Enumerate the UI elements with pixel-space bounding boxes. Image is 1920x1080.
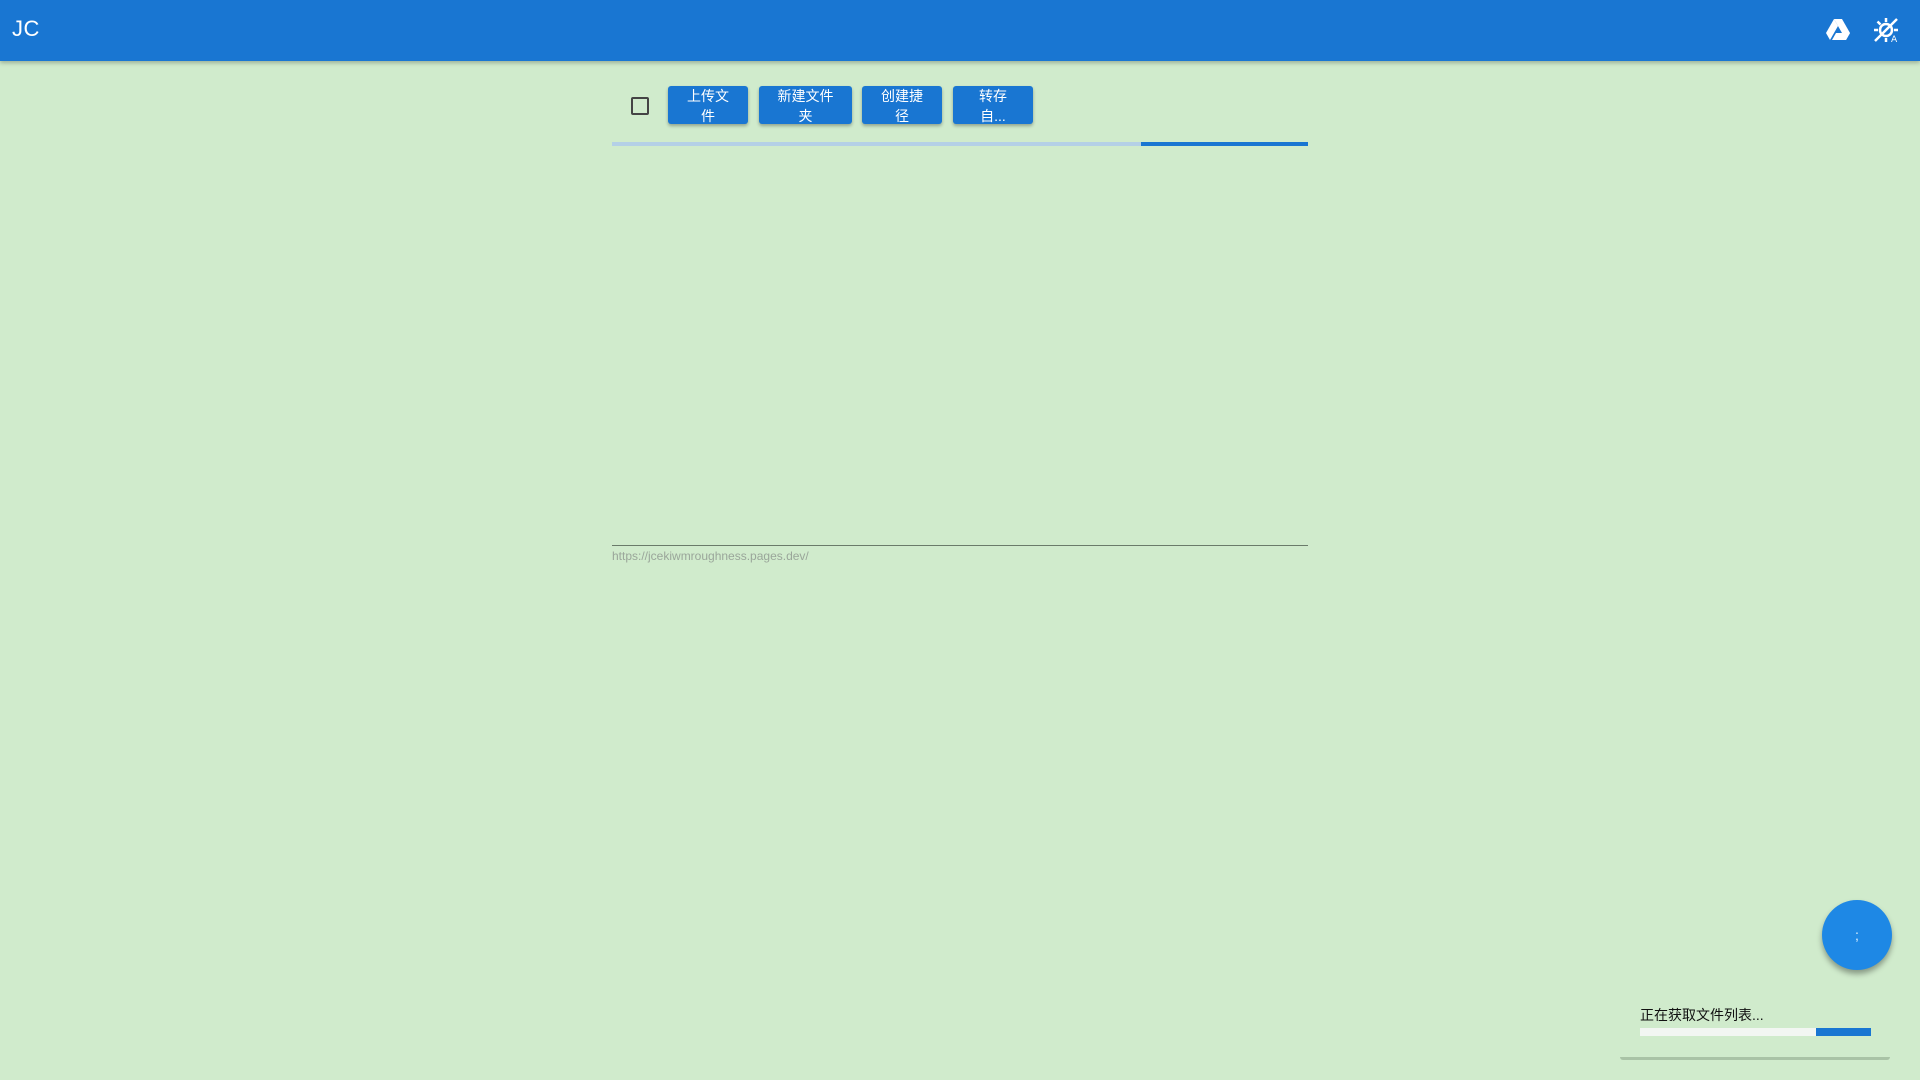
new-folder-button[interactable]: 新建文件夹 [759, 86, 852, 124]
select-all-checkbox[interactable] [631, 97, 649, 115]
footer-divider [612, 545, 1308, 546]
theme-toggle-icon[interactable]: A [1872, 16, 1900, 44]
upload-file-button[interactable]: 上传文件 [668, 86, 748, 124]
svg-text:A: A [1891, 35, 1898, 44]
snackbar-progress-bar [1640, 1028, 1871, 1036]
transfer-from-button[interactable]: 转存自... [953, 86, 1033, 124]
floating-action-button[interactable]: ; [1822, 900, 1892, 970]
create-shortcut-button[interactable]: 创建捷径 [862, 86, 942, 124]
google-drive-icon[interactable] [1824, 16, 1852, 44]
app-title: JC [12, 16, 40, 41]
status-snackbar: 正在获取文件列表... [1620, 995, 1890, 1060]
file-list [612, 146, 1308, 545]
site-url: https://jcekiwmroughness.pages.dev/ [612, 549, 809, 563]
fab-label: ; [1855, 927, 1859, 943]
file-toolbar: 上传文件 新建文件夹 创建捷径 转存自... [612, 86, 1308, 126]
snackbar-progress-fill [1815, 1028, 1871, 1036]
snackbar-message: 正在获取文件列表... [1640, 1007, 1764, 1023]
app-bar: JC A [0, 0, 1920, 61]
